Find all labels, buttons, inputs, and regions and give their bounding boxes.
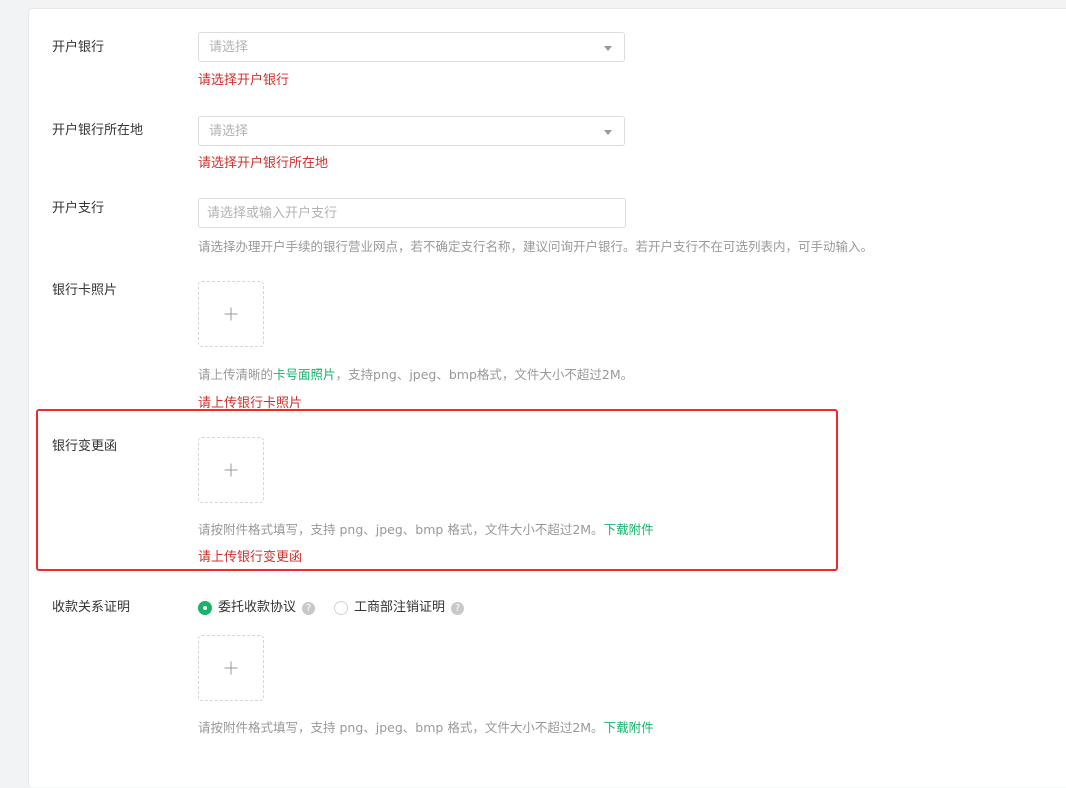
payment-proof-hint-text: 请按附件格式填写，支持 png、jpeg、bmp 格式，文件大小不超过2M。	[198, 720, 604, 735]
question-icon[interactable]: ?	[302, 601, 316, 615]
bank-error: 请选择开户银行	[198, 73, 290, 88]
card-photo-hint-suffix: ，支持png、jpeg、bmp格式，文件大小不超过2M。	[335, 367, 634, 382]
branch-hint: 请选择办理开户手续的银行营业网点，若不确定支行名称，建议问询开户银行。若开户支行…	[198, 239, 874, 254]
card-photo-hint: 请上传清晰的卡号面照片，支持png、jpeg、bmp格式，文件大小不超过2M。	[198, 366, 633, 384]
payment-proof-upload[interactable]	[198, 635, 264, 701]
bank-select-placeholder: 请选择	[209, 40, 249, 55]
card-photo-upload[interactable]	[198, 281, 264, 347]
change-letter-error: 请上传银行变更函	[198, 550, 303, 565]
payment-proof-label: 收款关系证明	[52, 600, 131, 615]
bank-location-select[interactable]: 请选择	[198, 116, 625, 146]
radio-entrust-agreement-label: 委托收款协议	[218, 600, 297, 615]
bank-label: 开户银行	[52, 40, 105, 55]
radio-unchecked-icon	[334, 601, 348, 615]
radio-entrust-agreement[interactable]: 委托收款协议 ?	[198, 599, 316, 617]
plus-icon	[224, 307, 238, 321]
bank-location-label: 开户银行所在地	[52, 123, 144, 138]
bank-location-error: 请选择开户银行所在地	[198, 156, 329, 171]
change-letter-hint-text: 请按附件格式填写，支持 png、jpeg、bmp 格式，文件大小不超过2M。	[198, 522, 604, 537]
card-photo-hint-prefix: 请上传清晰的	[198, 367, 274, 382]
branch-input[interactable]	[198, 198, 626, 228]
radio-checked-icon	[198, 601, 212, 615]
chevron-down-icon	[604, 130, 612, 135]
bank-location-select-placeholder: 请选择	[209, 124, 249, 139]
change-letter-label: 银行变更函	[52, 439, 118, 454]
change-letter-download-link[interactable]: 下载附件	[604, 522, 654, 537]
plus-icon	[224, 661, 238, 675]
radio-deregistration-proof[interactable]: 工商部注销证明 ?	[334, 599, 465, 617]
bank-select[interactable]: 请选择	[198, 32, 625, 62]
radio-deregistration-proof-label: 工商部注销证明	[354, 600, 446, 615]
question-icon[interactable]: ?	[451, 601, 465, 615]
payment-proof-download-link[interactable]: 下载附件	[604, 720, 654, 735]
plus-icon	[224, 463, 238, 477]
chevron-down-icon	[604, 46, 612, 51]
change-letter-hint: 请按附件格式填写，支持 png、jpeg、bmp 格式，文件大小不超过2M。下载…	[198, 521, 654, 539]
branch-label: 开户支行	[52, 201, 105, 216]
card-photo-label: 银行卡照片	[52, 283, 118, 298]
card-photo-hint-highlight: 卡号面照片	[273, 367, 336, 382]
change-letter-upload[interactable]	[198, 437, 264, 503]
payment-proof-hint: 请按附件格式填写，支持 png、jpeg、bmp 格式，文件大小不超过2M。下载…	[198, 719, 654, 737]
change-letter-highlight-box	[36, 409, 838, 571]
